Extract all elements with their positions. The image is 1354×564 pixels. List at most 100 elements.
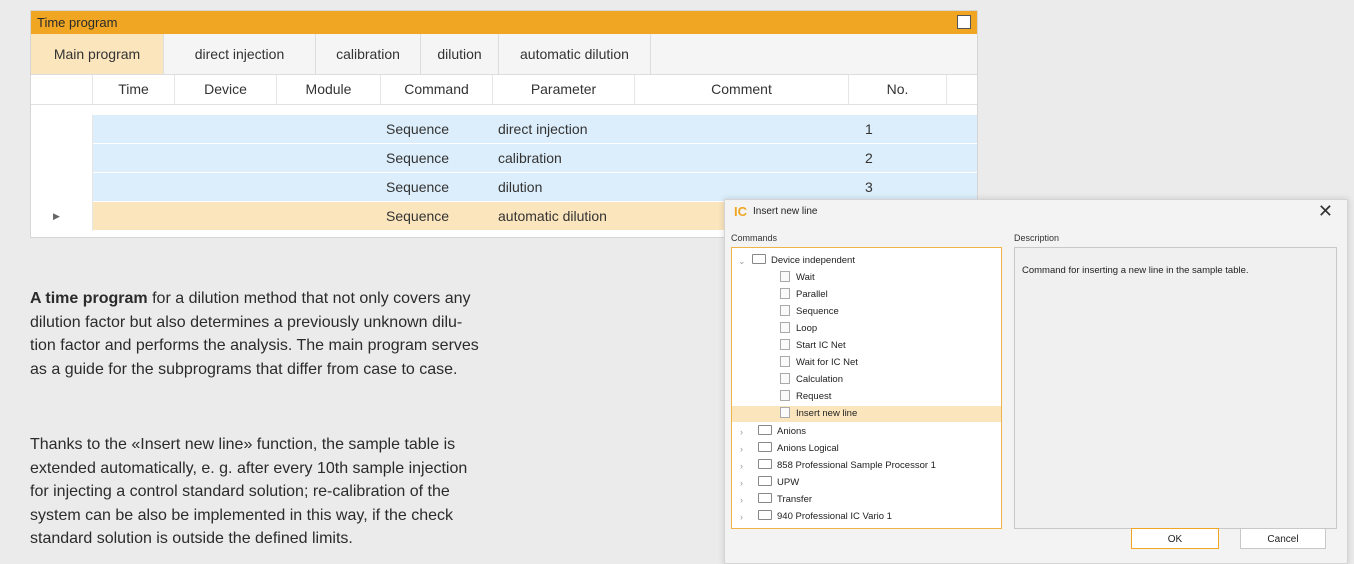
tree-label: Wait <box>796 272 815 283</box>
column-header-comment[interactable]: Comment <box>635 75 849 104</box>
cell-no: 2 <box>865 150 873 166</box>
paragraph-text: Thanks to the «Insert new line» function… <box>30 436 456 453</box>
column-header-time[interactable]: Time <box>93 75 175 104</box>
paragraph-text: system can be also be implemented in thi… <box>30 506 454 524</box>
tree-label: Anions Logical <box>777 443 839 454</box>
table-row[interactable]: Sequence direct injection 1 <box>31 115 977 144</box>
maximize-icon[interactable] <box>957 15 971 29</box>
cell-no: 3 <box>865 179 873 195</box>
chevron-down-icon[interactable]: ⌄ <box>738 253 746 269</box>
commands-label: Commands <box>731 233 778 243</box>
paragraph-text: as a guide for the subprograms that diff… <box>30 360 458 378</box>
row-selector[interactable] <box>31 115 93 144</box>
column-header-module[interactable]: Module <box>277 75 381 104</box>
cell-command: Sequence <box>386 150 450 166</box>
tree-item-wait-for-ic-net[interactable]: Wait for IC Net <box>732 355 1001 371</box>
insert-new-line-dialog: IC Insert new line ✕ Commands Descriptio… <box>724 199 1348 564</box>
tab-automatic-dilution[interactable]: automatic dilution <box>499 34 651 74</box>
tree-label: UPW <box>777 477 800 488</box>
chevron-right-icon[interactable]: › <box>740 458 743 474</box>
column-header-no[interactable]: No. <box>849 75 947 104</box>
tab-main-program[interactable]: Main program <box>31 34 164 74</box>
tree-item-wait[interactable]: Wait <box>732 270 1001 286</box>
tab-calibration[interactable]: calibration <box>316 34 421 74</box>
paragraph-text: tion factor and performs the analysis. T… <box>30 337 479 354</box>
column-header-parameter[interactable]: Parameter <box>493 75 635 104</box>
command-icon <box>780 389 790 401</box>
chevron-right-icon[interactable]: › <box>740 424 743 440</box>
tree-label: Device independent <box>771 255 855 266</box>
description-label: Description <box>1014 233 1060 243</box>
commands-tree[interactable]: ⌄ Device independent Wait Parallel Seque… <box>731 247 1002 529</box>
tree-item-loop[interactable]: Loop <box>732 321 1001 337</box>
paragraph-text: standard solution is outside the defined… <box>30 530 353 547</box>
tree-group-940-ic-vario[interactable]: › 940 Professional IC Vario 1 <box>732 509 1001 525</box>
current-row-arrow-icon: ▶ <box>53 211 60 221</box>
tree-item-request[interactable]: Request <box>732 389 1001 405</box>
tab-dilution[interactable]: dilution <box>421 34 499 74</box>
command-icon <box>780 372 790 384</box>
tree-item-calculation[interactable]: Calculation <box>732 372 1001 388</box>
chevron-right-icon[interactable]: › <box>740 441 743 457</box>
tree-item-start-ic-net[interactable]: Start IC Net <box>732 338 1001 354</box>
row-selector[interactable] <box>31 173 93 202</box>
close-icon[interactable]: ✕ <box>1318 201 1333 222</box>
ok-button[interactable]: OK <box>1131 528 1219 549</box>
tree-label: Loop <box>796 323 818 334</box>
table-row[interactable]: Sequence dilution 3 <box>31 173 977 202</box>
chevron-right-icon[interactable]: › <box>740 492 743 508</box>
paragraph-text: dilution factor but also determines a pr… <box>30 313 463 331</box>
cell-no: 1 <box>865 121 873 137</box>
cancel-button[interactable]: Cancel <box>1240 528 1326 549</box>
tree-group-device-independent[interactable]: ⌄ Device independent <box>732 253 1001 269</box>
tree-group-858-sample-processor[interactable]: › 858 Professional Sample Processor 1 <box>732 458 1001 474</box>
column-header-command[interactable]: Command <box>381 75 493 104</box>
tab-direct-injection[interactable]: direct injection <box>164 34 316 74</box>
paragraph-text: extended automatically, e. g. after ever… <box>30 459 468 477</box>
folder-open-icon <box>752 254 766 265</box>
command-icon <box>780 287 790 299</box>
paragraph-time-program: A time program for a dilution method tha… <box>30 287 670 381</box>
cell-parameter: calibration <box>498 150 562 166</box>
tree-label: Sequence <box>796 306 839 317</box>
cell-parameter: dilution <box>498 179 543 195</box>
command-icon <box>780 355 790 367</box>
cell-command: Sequence <box>386 208 450 224</box>
tree-label: 858 Professional Sample Processor 1 <box>777 460 936 471</box>
tree-label: 940 Professional IC Vario 1 <box>777 511 892 522</box>
tree-item-insert-new-line[interactable]: Insert new line <box>732 406 1001 422</box>
tree-group-upw[interactable]: › UPW <box>732 475 1001 491</box>
column-header-device[interactable]: Device <box>175 75 277 104</box>
tree-group-anions[interactable]: › Anions <box>732 424 1001 440</box>
tree-group-transfer[interactable]: › Transfer <box>732 492 1001 508</box>
chevron-right-icon[interactable]: › <box>740 475 743 491</box>
cell-parameter: automatic dilution <box>498 208 607 224</box>
folder-icon <box>758 442 772 453</box>
tree-label: Start IC Net <box>796 340 846 351</box>
description-panel: Command for inserting a new line in the … <box>1014 247 1337 529</box>
paragraph-text: for a dilution method that not only cove… <box>147 290 471 307</box>
tree-label: Request <box>796 391 832 402</box>
row-selector-header <box>31 75 93 104</box>
cell-parameter: direct injection <box>498 121 588 137</box>
paragraph-text: for injecting a control standard solutio… <box>30 483 450 500</box>
paragraph-insert-new-line: Thanks to the «Insert new line» function… <box>30 433 670 551</box>
table-row[interactable]: Sequence calibration 2 <box>31 144 977 173</box>
tab-bar: Main program direct injection calibratio… <box>31 34 977 75</box>
command-icon <box>780 321 790 333</box>
folder-icon <box>758 510 772 521</box>
tree-label: Transfer <box>777 494 813 505</box>
row-selector[interactable] <box>31 144 93 173</box>
tree-label: Calculation <box>796 374 843 385</box>
command-icon <box>780 338 790 350</box>
paragraph-lead: A time program <box>30 290 148 307</box>
tree-item-parallel[interactable]: Parallel <box>732 287 1001 303</box>
cell-command: Sequence <box>386 121 450 137</box>
chevron-right-icon[interactable]: › <box>740 509 743 525</box>
row-selector[interactable]: ▶ <box>31 202 93 231</box>
tree-item-sequence[interactable]: Sequence <box>732 304 1001 320</box>
tree-label: Parallel <box>796 289 828 300</box>
tree-group-anions-logical[interactable]: › Anions Logical <box>732 441 1001 457</box>
cell-command: Sequence <box>386 179 450 195</box>
dialog-title: Insert new line <box>753 206 818 217</box>
